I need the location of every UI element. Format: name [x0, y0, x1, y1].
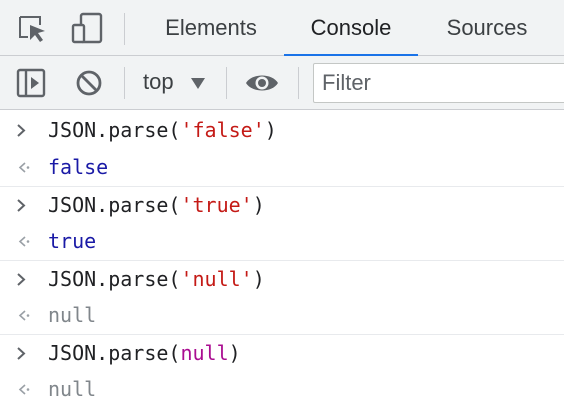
- input-prompt-icon: [17, 273, 26, 286]
- console-output-row: null: [0, 371, 564, 408]
- console-output-value[interactable]: false: [48, 149, 108, 186]
- code-token: JSON.parse(: [48, 118, 181, 142]
- console-input-code[interactable]: JSON.parse(null): [48, 335, 241, 372]
- console-output-row: null: [0, 297, 564, 334]
- input-prompt-icon: [17, 124, 26, 137]
- toolbar-separator: [298, 67, 299, 99]
- code-token: JSON.parse(: [48, 267, 181, 291]
- code-token: JSON.parse(: [48, 193, 181, 217]
- toolbar-separator: [124, 67, 125, 99]
- toolbar-separator: [226, 67, 227, 99]
- console-output-value[interactable]: true: [48, 223, 96, 260]
- inspect-element-icon[interactable]: [18, 15, 48, 43]
- tab-elements-label: Elements: [165, 15, 257, 40]
- console-input-row: JSON.parse('null'): [0, 260, 564, 298]
- tab-console-label: Console: [310, 15, 392, 40]
- console-output-row: false: [0, 149, 564, 186]
- console-input-row: JSON.parse('false'): [0, 112, 564, 149]
- code-token: ): [228, 341, 241, 365]
- console-output-value[interactable]: null: [48, 371, 96, 408]
- string-literal: 'false': [180, 118, 265, 142]
- clear-console-icon[interactable]: [75, 69, 103, 97]
- tab-console[interactable]: Console: [284, 0, 418, 57]
- string-literal: 'null': [180, 267, 253, 291]
- tab-sources-label: Sources: [446, 15, 528, 40]
- filter-field[interactable]: [313, 63, 564, 103]
- console-input-code[interactable]: JSON.parse('null'): [48, 261, 265, 298]
- chevron-down-icon: [191, 78, 205, 89]
- code-token: ): [252, 193, 265, 217]
- code-token: ): [264, 118, 277, 142]
- console-output-value[interactable]: null: [48, 297, 96, 334]
- output-arrow-icon: [18, 162, 30, 173]
- console-input-row: JSON.parse('true'): [0, 186, 564, 224]
- output-arrow-icon: [18, 384, 30, 395]
- input-prompt-icon: [17, 347, 26, 360]
- output-arrow-icon: [18, 236, 30, 247]
- input-prompt-icon: [17, 199, 26, 212]
- devtools-tabbar: Elements Console Sources: [0, 0, 564, 57]
- show-sidebar-icon[interactable]: [16, 68, 46, 98]
- filter-input[interactable]: [314, 64, 564, 102]
- console-output-row: true: [0, 223, 564, 260]
- code-token: ): [252, 267, 265, 291]
- tab-elements[interactable]: Elements: [146, 0, 276, 56]
- console-messages: JSON.parse('false') false JSON.parse('tr…: [0, 110, 564, 410]
- output-arrow-icon: [18, 310, 30, 321]
- string-literal: 'true': [180, 193, 253, 217]
- console-input-code[interactable]: JSON.parse('true'): [48, 187, 265, 224]
- tabbar-separator: [124, 13, 125, 45]
- tab-sources[interactable]: Sources: [426, 0, 548, 56]
- device-toolbar-icon[interactable]: [70, 12, 104, 44]
- execution-context-value: top: [143, 69, 174, 94]
- execution-context-select[interactable]: top: [143, 67, 205, 97]
- code-token: JSON.parse(: [48, 341, 181, 365]
- console-input-row: JSON.parse(null): [0, 334, 564, 372]
- console-input-code[interactable]: JSON.parse('false'): [48, 112, 277, 149]
- eye-icon[interactable]: [244, 71, 280, 95]
- null-keyword: null: [180, 341, 229, 365]
- console-toolbar: top: [0, 56, 564, 110]
